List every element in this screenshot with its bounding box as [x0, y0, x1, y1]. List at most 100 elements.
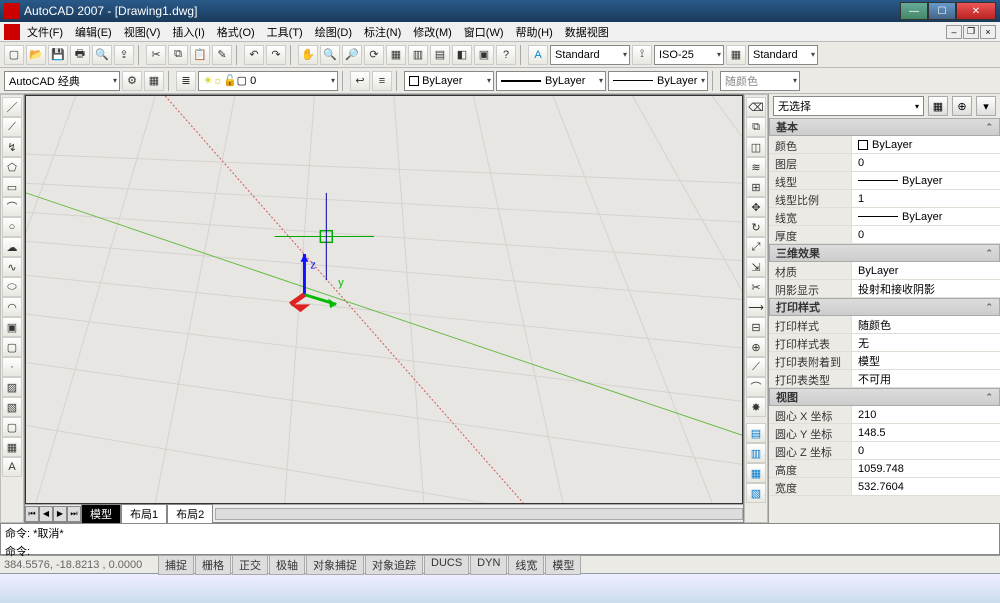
property-value[interactable]: ByLayer — [851, 262, 1000, 279]
paste-icon[interactable]: 📋 — [190, 45, 210, 65]
extend-icon[interactable]: ⟶ — [746, 297, 766, 317]
table-icon[interactable]: ▦ — [2, 437, 22, 457]
ws-tool-icon[interactable]: ▦ — [144, 71, 164, 91]
status-toggle[interactable]: 模型 — [545, 555, 581, 575]
menu-dataview[interactable]: 数据视图 — [560, 22, 614, 42]
table-style-combo[interactable]: Standard▾ — [748, 45, 818, 65]
linetype-combo[interactable]: ByLayer▾ — [496, 71, 606, 91]
move-icon[interactable]: ✥ — [746, 197, 766, 217]
status-toggle[interactable]: 线宽 — [508, 555, 544, 575]
close-button[interactable]: ✕ — [956, 2, 996, 20]
revcloud-icon[interactable]: ☁ — [2, 237, 22, 257]
erase-icon[interactable]: ⌫ — [746, 97, 766, 117]
tablestyle-icon[interactable]: ▦ — [726, 45, 746, 65]
line-icon[interactable]: ／ — [2, 97, 22, 117]
circle-icon[interactable]: ○ — [2, 217, 22, 237]
color-combo[interactable]: ByLayer▾ — [404, 71, 494, 91]
tab-model[interactable]: 模型 — [81, 504, 121, 524]
menu-format[interactable]: 格式(O) — [212, 22, 260, 42]
mdi-min[interactable]: – — [946, 25, 962, 39]
property-row[interactable]: 打印样式随颜色 — [769, 316, 1000, 334]
layer-combo[interactable]: ☀☼🔓▢ 0▾ — [198, 71, 338, 91]
property-value[interactable]: 532.7604 — [851, 478, 1000, 495]
tab-next[interactable]: ▶ — [53, 506, 67, 522]
layer-prev-icon[interactable]: ↩ — [350, 71, 370, 91]
undo-icon[interactable]: ↶ — [244, 45, 264, 65]
selection-combo[interactable]: 无选择▾ — [773, 96, 924, 116]
hatch-icon[interactable]: ▨ — [2, 377, 22, 397]
property-value[interactable]: 投射和接收阴影 — [851, 280, 1000, 297]
palette1-icon[interactable]: ▤ — [746, 423, 766, 443]
redo-icon[interactable]: ↷ — [266, 45, 286, 65]
tab-layout2[interactable]: 布局2 — [167, 504, 213, 524]
property-row[interactable]: 线型比例1 — [769, 190, 1000, 208]
lineweight-combo[interactable]: ByLayer▾ — [608, 71, 708, 91]
menu-help[interactable]: 帮助(H) — [511, 22, 558, 42]
property-value[interactable]: ByLayer — [851, 172, 1000, 189]
layer-manager-icon[interactable]: ≣ — [176, 71, 196, 91]
publish-icon[interactable]: ⇪ — [114, 45, 134, 65]
status-toggle[interactable]: DYN — [470, 555, 507, 575]
property-row[interactable]: 高度1059.748 — [769, 460, 1000, 478]
tab-last[interactable]: ⏭ — [67, 506, 81, 522]
menu-dimension[interactable]: 标注(N) — [359, 22, 406, 42]
property-row[interactable]: 打印表类型不可用 — [769, 370, 1000, 388]
property-row[interactable]: 圆心 Z 坐标0 — [769, 442, 1000, 460]
chamfer-icon[interactable]: ⟋ — [746, 357, 766, 377]
maximize-button[interactable]: ☐ — [928, 2, 956, 20]
selectobj-icon[interactable]: ▾ — [976, 96, 996, 116]
status-toggle[interactable]: 对象捕捉 — [306, 555, 364, 575]
property-value[interactable]: ByLayer — [851, 208, 1000, 225]
scale-icon[interactable]: ⤢ — [746, 237, 766, 257]
status-toggle[interactable]: 正交 — [232, 555, 268, 575]
app-menu-icon[interactable] — [4, 24, 20, 40]
section-print[interactable]: 打印样式⌃ — [769, 298, 1000, 316]
mdi-close[interactable]: × — [980, 25, 996, 39]
sheet-icon[interactable]: ▤ — [430, 45, 450, 65]
polyline-icon[interactable]: ↯ — [2, 137, 22, 157]
trim-icon[interactable]: ✂ — [746, 277, 766, 297]
mtext-icon[interactable]: A — [2, 457, 22, 477]
status-toggle[interactable]: 极轴 — [269, 555, 305, 575]
array-icon[interactable]: ⊞ — [746, 177, 766, 197]
break-icon[interactable]: ⊟ — [746, 317, 766, 337]
pan-icon[interactable]: ✋ — [298, 45, 318, 65]
fillet-icon[interactable]: ⌒ — [746, 377, 766, 397]
cut-icon[interactable]: ✂ — [146, 45, 166, 65]
text-style-combo[interactable]: Standard▾ — [550, 45, 630, 65]
property-value[interactable]: 0 — [851, 442, 1000, 459]
property-row[interactable]: 材质ByLayer — [769, 262, 1000, 280]
offset-icon[interactable]: ≋ — [746, 157, 766, 177]
arc-icon[interactable]: ⌒ — [2, 197, 22, 217]
tab-layout1[interactable]: 布局1 — [121, 504, 167, 524]
join-icon[interactable]: ⊕ — [746, 337, 766, 357]
dim-style-combo[interactable]: ISO-25▾ — [654, 45, 724, 65]
copy2-icon[interactable]: ⧉ — [746, 117, 766, 137]
plot-icon[interactable]: 🖶 — [70, 45, 90, 65]
property-value[interactable]: 0 — [851, 226, 1000, 243]
layer-state-icon[interactable]: ≡ — [372, 71, 392, 91]
open-icon[interactable]: 📂 — [26, 45, 46, 65]
rectangle-icon[interactable]: ▭ — [2, 177, 22, 197]
block-icon[interactable]: ▣ — [2, 317, 22, 337]
tab-first[interactable]: ⏮ — [25, 506, 39, 522]
palette2-icon[interactable]: ▥ — [746, 443, 766, 463]
quickselect-icon[interactable]: ▦ — [928, 96, 948, 116]
property-row[interactable]: 打印样式表无 — [769, 334, 1000, 352]
property-row[interactable]: 图层0 — [769, 154, 1000, 172]
gradient-icon[interactable]: ▧ — [2, 397, 22, 417]
ellipse-icon[interactable]: ⬭ — [2, 277, 22, 297]
model-viewport[interactable]: z y — [25, 95, 743, 504]
ellipsearc-icon[interactable]: ◠ — [2, 297, 22, 317]
menu-tools[interactable]: 工具(T) — [262, 22, 308, 42]
property-row[interactable]: 线宽ByLayer — [769, 208, 1000, 226]
menu-window[interactable]: 窗口(W) — [459, 22, 509, 42]
mirror-icon[interactable]: ◫ — [746, 137, 766, 157]
status-toggle[interactable]: 捕捉 — [158, 555, 194, 575]
os-taskbar[interactable] — [0, 573, 1000, 603]
mdi-restore[interactable]: ❐ — [963, 25, 979, 39]
ws-settings-icon[interactable]: ⚙ — [122, 71, 142, 91]
property-row[interactable]: 厚度0 — [769, 226, 1000, 244]
property-value[interactable]: 无 — [851, 334, 1000, 351]
property-value[interactable]: ByLayer — [851, 136, 1000, 153]
